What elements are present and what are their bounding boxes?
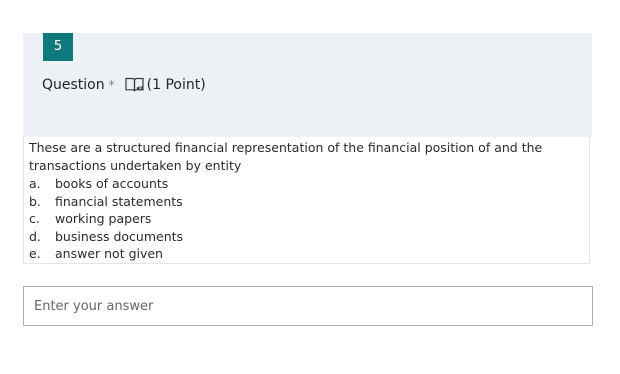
required-asterisk: *	[108, 78, 115, 92]
option-item: c. working papers	[29, 210, 584, 228]
option-letter: a.	[29, 176, 41, 191]
answer-input[interactable]	[23, 286, 593, 326]
option-text: working papers	[55, 211, 152, 226]
option-letter: c.	[29, 211, 40, 226]
option-item: b. financial statements	[29, 193, 584, 211]
question-title-row: Question * (1 Point)	[42, 74, 206, 96]
option-text: business documents	[55, 228, 184, 244]
option-letter: b.	[29, 193, 41, 209]
question-points: (1 Point)	[146, 77, 206, 93]
question-body: These are a structured financial represe…	[23, 137, 590, 264]
immersive-reader-icon[interactable]	[124, 75, 146, 95]
question-number-badge: 5	[43, 33, 73, 61]
option-text: financial statements	[55, 193, 183, 209]
option-letter: e.	[29, 246, 41, 261]
option-item: d. business documents	[29, 228, 584, 246]
option-item: e. answer not given	[29, 245, 584, 263]
question-label: Question	[42, 77, 105, 93]
option-text: books of accounts	[55, 176, 169, 191]
option-item: a. books of accounts	[29, 175, 584, 193]
answer-options-list: a. books of accounts b. financial statem…	[29, 175, 584, 263]
option-letter: d.	[29, 228, 41, 244]
option-text: answer not given	[55, 246, 163, 261]
question-stem: These are a structured financial represe…	[29, 140, 543, 173]
question-header: 5 Question * (1 Point)	[23, 33, 592, 137]
